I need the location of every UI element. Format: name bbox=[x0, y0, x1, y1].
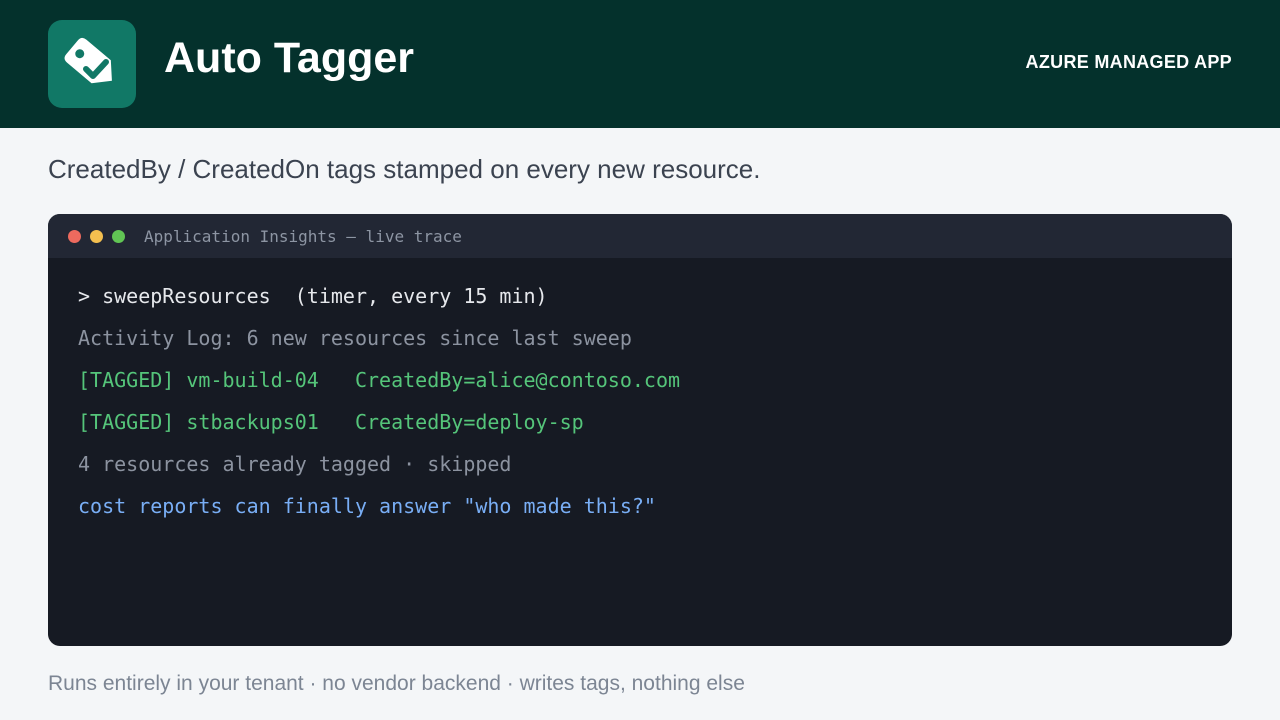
app-header: Auto Tagger AZURE MANAGED APP bbox=[0, 0, 1280, 128]
minimize-dot-icon bbox=[90, 230, 103, 243]
maximize-dot-icon bbox=[112, 230, 125, 243]
terminal-title: Application Insights — live trace bbox=[144, 227, 462, 246]
terminal-line-note: cost reports can finally answer "who mad… bbox=[78, 494, 656, 518]
tag-check-icon bbox=[48, 20, 136, 108]
terminal-output: > sweepResources (timer, every 15 min) A… bbox=[78, 280, 1208, 532]
page-subtitle: CreatedBy / CreatedOn tags stamped on ev… bbox=[48, 154, 761, 184]
terminal-line-tagged: [TAGGED] stbackups01 CreatedBy=deploy-sp bbox=[78, 410, 584, 434]
terminal-window: Application Insights — live trace > swee… bbox=[48, 214, 1232, 646]
terminal-line-info: 4 resources already tagged · skipped bbox=[78, 452, 512, 476]
terminal-titlebar: Application Insights — live trace bbox=[48, 214, 1232, 258]
close-dot-icon bbox=[68, 230, 81, 243]
footer-note: Runs entirely in your tenant · no vendor… bbox=[48, 672, 745, 695]
terminal-line-command: > sweepResources (timer, every 15 min) bbox=[78, 284, 548, 308]
header-badge: AZURE MANAGED APP bbox=[1025, 52, 1232, 72]
app-title: Auto Tagger bbox=[164, 34, 415, 82]
terminal-line-tagged: [TAGGED] vm-build-04 CreatedBy=alice@con… bbox=[78, 368, 681, 392]
terminal-line-info: Activity Log: 6 new resources since last… bbox=[78, 326, 632, 350]
